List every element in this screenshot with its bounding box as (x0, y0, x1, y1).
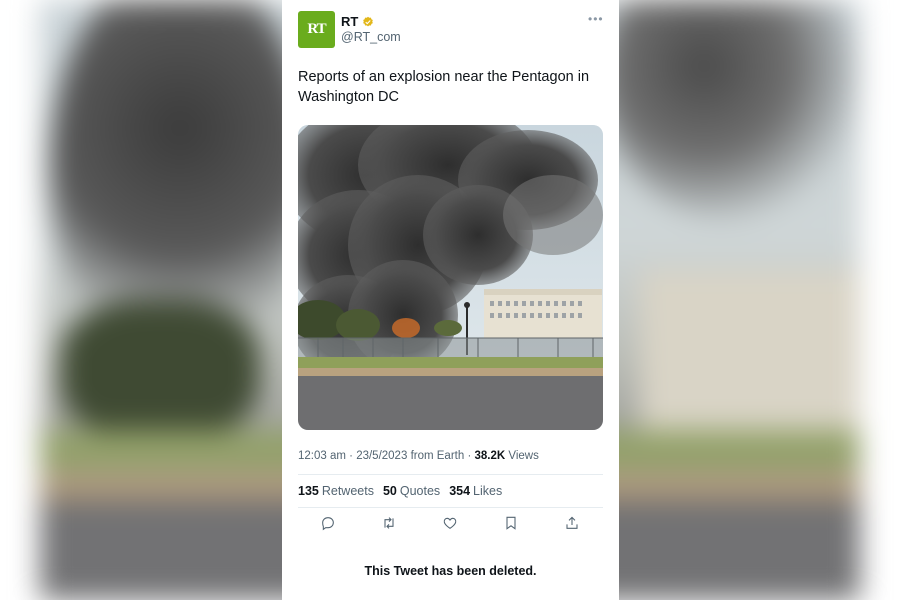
tweet-card: RT RT @RT_com ••• Reports of an explosio… (282, 0, 619, 600)
avatar-logo-text: RT (307, 21, 326, 37)
tweet-date[interactable]: 23/5/2023 (356, 450, 407, 462)
author-name-row: RT (341, 14, 374, 29)
like-icon (443, 517, 457, 529)
tweet-source: from Earth (410, 450, 465, 462)
tweet-text: Reports of an explosion near the Pentago… (298, 69, 590, 105)
verified-badge-icon[interactable] (362, 16, 374, 28)
quotes-count: 50 (382, 484, 397, 498)
views-label: Views (508, 450, 539, 462)
background-trees (60, 300, 260, 440)
tweet-meta: 12:03 am · 23/5/2023 from Earth · 38.2K … (298, 450, 539, 462)
background-building (640, 270, 860, 430)
explosion-photo (298, 125, 603, 430)
quotes-stat[interactable]: 50 Quotes (383, 484, 440, 498)
retweet-icon (384, 517, 394, 529)
bookmark-button[interactable] (503, 515, 523, 535)
author-display-name[interactable]: RT (341, 14, 358, 29)
quotes-label: Quotes (399, 484, 441, 498)
like-button[interactable] (442, 515, 462, 535)
tweet-time[interactable]: 12:03 am (298, 450, 346, 462)
reply-button[interactable] (320, 515, 340, 535)
tweet-stats: 135 Retweets 50 Quotes 354 Likes (298, 484, 502, 498)
tweet-action-bar (318, 515, 598, 535)
avatar[interactable]: RT (298, 11, 335, 48)
divider (298, 474, 603, 475)
likes-stat[interactable]: 354 Likes (449, 484, 502, 498)
more-options-icon[interactable]: ••• (588, 12, 604, 26)
background-smoke (600, 0, 860, 220)
divider (298, 507, 603, 508)
likes-count: 354 (449, 484, 471, 498)
tweet-media-image[interactable] (298, 125, 603, 430)
views-count: 38.2K (474, 450, 506, 462)
retweets-stat[interactable]: 135 Retweets (298, 484, 374, 498)
retweets-count: 135 (298, 484, 319, 498)
reply-icon (322, 517, 334, 531)
bookmark-icon (506, 516, 516, 530)
retweet-button[interactable] (381, 515, 401, 535)
likes-label: Likes (473, 484, 503, 498)
share-icon (566, 516, 578, 529)
retweets-label: Retweets (321, 484, 374, 498)
share-button[interactable] (564, 515, 584, 535)
tweet-deleted-notice: This Tweet has been deleted. (364, 564, 537, 578)
author-handle[interactable]: @RT_com (341, 30, 401, 44)
